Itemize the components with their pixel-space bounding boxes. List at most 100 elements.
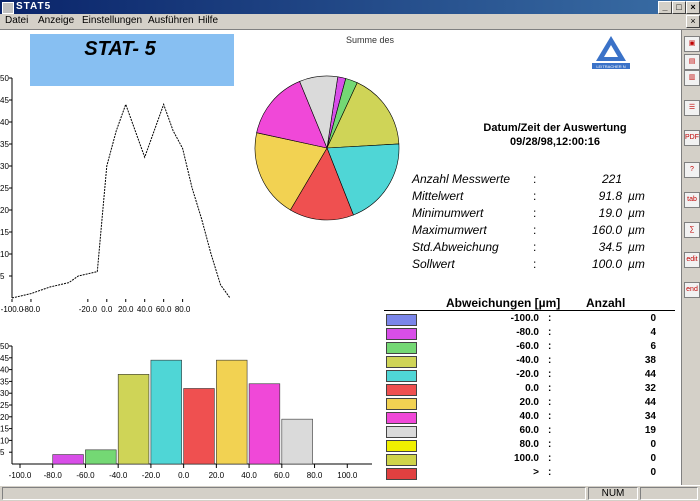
toolbar-btn-3[interactable]: ▥ (684, 70, 700, 86)
table-row: 40.0:34 (384, 411, 675, 424)
stat-unit: µm (628, 189, 645, 203)
status-pane (640, 487, 698, 500)
count-value: 0 (650, 439, 656, 450)
x-tick-label: 0.0 (178, 471, 190, 480)
stat-unit: µm (628, 257, 645, 271)
y-tick-label: 45 (0, 96, 9, 105)
x-tick-label: 0.0 (101, 305, 113, 314)
menu-ausfuehren[interactable]: Ausführen (148, 15, 194, 26)
x-tick-label: 20.0 (209, 471, 225, 480)
color-swatch (386, 412, 417, 424)
line-series (11, 102, 231, 299)
stat-label: Mittelwert (412, 189, 464, 203)
histogram-chart: 50 45 40 35 30 25 20 15 10 5 -100.0 -80.0 -60.0 -40.0… (0, 342, 372, 480)
stat-value: 34.5 (598, 240, 622, 254)
toolbar-btn-pdf[interactable]: PDF (684, 130, 700, 146)
x-tick-label: 60.0 (156, 305, 172, 314)
toolbar-btn-end[interactable]: end (684, 282, 700, 298)
color-swatch (386, 342, 417, 354)
x-tick-label: 40.0 (241, 471, 257, 480)
deviation-class: 60.0 (519, 425, 539, 436)
y-tick-label: 20 (0, 206, 9, 215)
table-row: 60.0:19 (384, 425, 675, 438)
y-tick-label: 45 (0, 354, 9, 363)
stat-value: 160.0 (591, 223, 622, 237)
menu-anzeige[interactable]: Anzeige (38, 15, 74, 26)
table-row: >:0 (384, 467, 675, 480)
x-tick-label: -80.0 (22, 305, 41, 314)
deviation-class: 100.0 (513, 453, 539, 464)
menu-einstellungen[interactable]: Einstellungen (82, 15, 142, 26)
count-value: 0 (650, 453, 656, 464)
stat-unit: µm (628, 223, 645, 237)
count-value: 44 (644, 397, 656, 408)
histogram-bar (281, 418, 313, 465)
table-row: -60.0:6 (384, 341, 675, 354)
y-tick-label: 5 (0, 272, 5, 281)
color-swatch (386, 440, 417, 452)
table-row: 80.0:0 (384, 439, 675, 452)
x-tick-label: -60.0 (76, 471, 95, 480)
deviation-class: -80.0 (516, 327, 539, 338)
stat-value: 19.0 (598, 206, 622, 220)
x-tick-label: -80.0 (44, 471, 63, 480)
status-num: NUM (588, 487, 638, 500)
toolbar-btn-help[interactable]: ? (684, 162, 700, 178)
minimize-button[interactable]: _ (658, 1, 672, 14)
y-tick-label: 25 (0, 401, 9, 410)
menu-hilfe[interactable]: Hilfe (198, 15, 218, 26)
close-button[interactable]: × (686, 1, 700, 14)
color-swatch (386, 426, 417, 438)
y-tick-label: 35 (0, 140, 9, 149)
x-tick-label: -100.0 (9, 471, 32, 480)
y-tick-label: 20 (0, 413, 9, 422)
right-toolbar: ▣ ▤ ▥ ☰ PDF? tab ∑ edit end (681, 30, 700, 485)
y-tick-label: 50 (0, 342, 9, 351)
x-tick-label: -20.0 (142, 471, 161, 480)
table-header-count: Anzahl (586, 296, 626, 310)
count-value: 32 (644, 383, 656, 394)
x-tick-label: 40.0 (137, 305, 153, 314)
histogram-bar (52, 454, 84, 465)
y-tick-label: 25 (0, 184, 9, 193)
stat-label: Sollwert (412, 257, 455, 271)
deviation-class: 80.0 (519, 439, 539, 450)
stat-value: 221 (601, 172, 622, 186)
table-row: -80.0:4 (384, 327, 675, 340)
maximize-button[interactable]: □ (672, 1, 686, 14)
toolbar-btn-1[interactable]: ▣ (684, 36, 700, 52)
color-swatch (386, 356, 417, 368)
table-header-deviation: Abweichungen [µm] (446, 296, 561, 310)
x-tick-label: -20.0 (79, 305, 98, 314)
histogram-bar (216, 359, 248, 465)
count-value: 34 (644, 411, 656, 422)
line-chart: 50 45 40 35 30 25 20 15 10 5 -100.0-80.0 -20.0 0.0 20… (0, 74, 231, 314)
x-tick-label: 60.0 (274, 471, 290, 480)
toolbar-btn-calc[interactable]: ∑ (684, 222, 700, 238)
app-icon (2, 2, 14, 14)
stat-unit: µm (628, 240, 645, 254)
x-tick-label: 20.0 (118, 305, 134, 314)
y-tick-label: 10 (0, 436, 9, 445)
toolbar-btn-tab[interactable]: tab (684, 192, 700, 208)
count-value: 0 (650, 467, 656, 478)
deviation-class: > (533, 467, 539, 478)
banner-title: STAT- 5 (84, 38, 156, 60)
toolbar-btn-2[interactable]: ▤ (684, 54, 700, 70)
y-tick-label: 40 (0, 366, 9, 375)
x-tick-label: 80.0 (175, 305, 191, 314)
table-divider (384, 310, 675, 311)
x-tick-label: 100.0 (337, 471, 358, 480)
datetime-value: 09/28/98,12:00:16 (510, 136, 600, 148)
menu-close-button[interactable]: × (686, 15, 700, 28)
stat-unit: µm (628, 206, 645, 220)
menu-datei[interactable]: Datei (5, 15, 28, 26)
color-swatch (386, 454, 417, 466)
stat-label: Anzahl Messwerte (412, 172, 511, 186)
table-row: 0.0:32 (384, 383, 675, 396)
stat-label: Std.Abweichung (412, 240, 499, 254)
toolbar-btn-edit[interactable]: edit (684, 252, 700, 268)
stat-value: 91.8 (598, 189, 622, 203)
y-tick-label: 5 (0, 448, 5, 457)
toolbar-btn-4[interactable]: ☰ (684, 100, 700, 116)
